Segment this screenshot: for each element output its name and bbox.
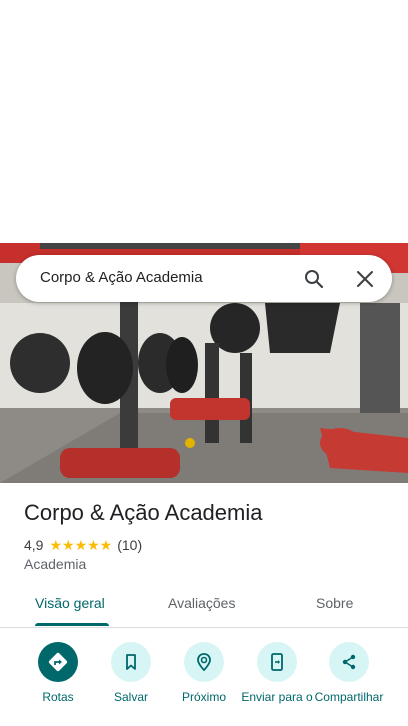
rating-value: 4,9 [24,537,44,553]
nearby-icon [184,642,224,682]
share-button[interactable]: Compartilhar [309,642,389,704]
send-to-phone-label: Enviar para o [241,690,313,704]
share-label: Compartilhar [314,690,384,704]
star-rating-icon: ★★★★★ [49,536,113,553]
place-title: Corpo & Ação Academia [24,500,263,525]
send-to-phone-icon [257,642,297,682]
share-icon [329,642,369,682]
close-icon[interactable] [353,267,377,291]
review-count: (10) [117,537,143,553]
tab-bar: Visão geral Avaliações Sobre [0,585,408,627]
save-button[interactable]: Salvar [91,642,171,704]
rating-row[interactable]: 4,9 ★★★★★ (10) [24,536,142,554]
directions-button[interactable]: Rotas [18,642,98,704]
bookmark-icon [111,642,151,682]
place-category[interactable]: Academia [24,556,86,572]
tabs-divider [0,627,408,628]
tab-reviews[interactable]: Avaliações [168,595,235,611]
send-to-phone-button[interactable]: Enviar para o [237,642,317,704]
tab-about[interactable]: Sobre [316,595,353,611]
directions-icon [38,642,78,682]
nearby-button[interactable]: Próximo [164,642,244,704]
tab-active-indicator [35,623,109,626]
search-icon[interactable] [302,267,326,291]
directions-label: Rotas [42,690,74,704]
nearby-label: Próximo [181,690,226,704]
tab-overview[interactable]: Visão geral [35,595,105,611]
save-label: Salvar [113,690,148,704]
search-bar[interactable]: Corpo & Ação Academia [16,255,392,302]
search-input[interactable]: Corpo & Ação Academia [40,269,203,286]
